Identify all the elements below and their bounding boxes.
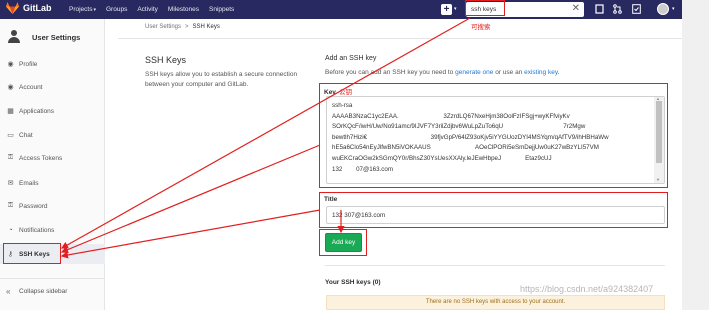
annotation-arrows bbox=[60, 17, 471, 259]
screenshot-root: { "navbar": { "logo_text": "GitLab", "li… bbox=[0, 0, 709, 310]
arrow-to-ssh-keys-1 bbox=[60, 17, 471, 249]
arrow-to-ssh-keys-3 bbox=[60, 209, 321, 259]
arrow-to-ssh-keys-2 bbox=[60, 144, 321, 254]
watermark: https://blog.csdn.net/a924382407 bbox=[520, 284, 654, 294]
